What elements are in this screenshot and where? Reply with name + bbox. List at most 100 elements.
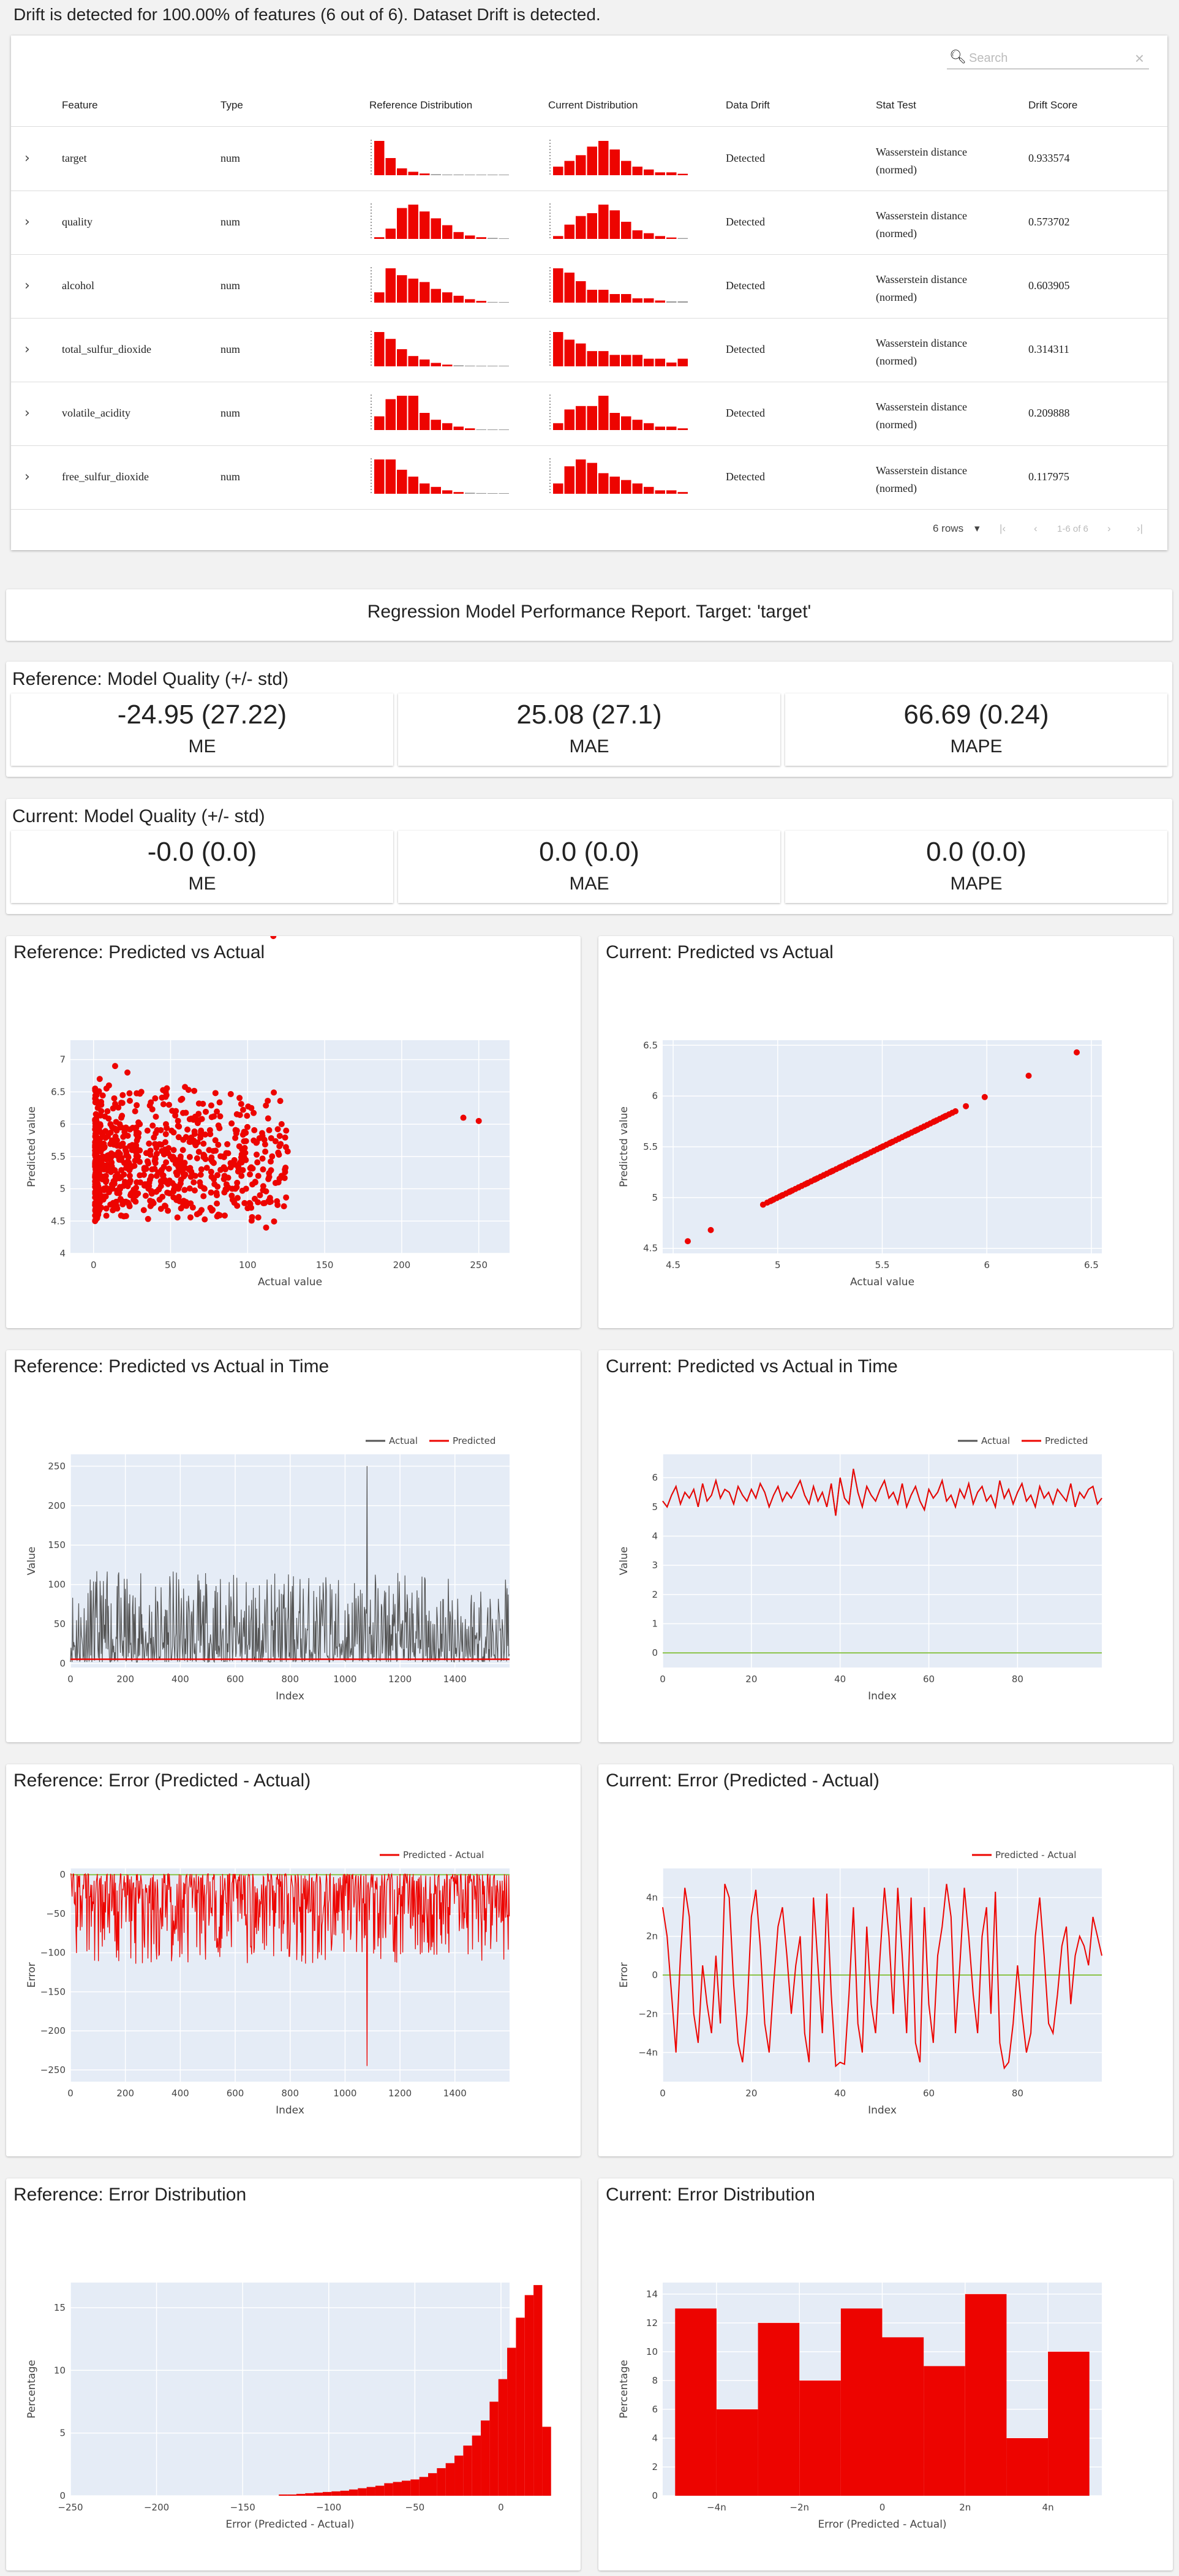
x-axis-label: Actual value — [850, 1276, 914, 1288]
feature-name: total_sulfur_dioxide — [62, 343, 151, 355]
table-row[interactable]: › free_sulfur_dioxide num Detected Wasse… — [11, 446, 1167, 510]
rows-per-page-select[interactable]: 6 rows — [933, 523, 963, 535]
scatter-point — [121, 1171, 127, 1178]
scatter-point — [143, 1166, 149, 1173]
hist-bar — [374, 332, 385, 366]
hist-bar — [677, 238, 688, 239]
ref-err-card: Reference: Error (Predicted - Actual) 0 20… — [6, 1764, 581, 2156]
legend-label: Predicted — [453, 1435, 495, 1446]
scatter-point — [1025, 1073, 1032, 1079]
scatter-point — [220, 1176, 227, 1182]
first-page-icon[interactable]: |‹ — [1000, 523, 1006, 535]
search-box[interactable]: 🔍︎ Search × — [947, 48, 1149, 69]
hist-bar — [553, 332, 563, 366]
scatter-point — [124, 1069, 131, 1076]
x-tick-label: 1000 — [333, 2088, 356, 2099]
metric-card: 0.0 (0.0) MAE — [398, 831, 780, 903]
expand-chevron-icon[interactable]: › — [24, 278, 30, 293]
y-axis-label: Value — [618, 1547, 630, 1576]
hist-bar — [408, 172, 418, 175]
hist-bar — [840, 2308, 883, 2496]
x-tick-label: 2n — [959, 2502, 971, 2513]
chevron-down-icon[interactable]: ▾ — [974, 523, 980, 535]
drift-score: 0.314311 — [1028, 343, 1069, 355]
hist-bar — [564, 273, 574, 303]
scatter-point — [200, 1140, 207, 1147]
last-page-icon[interactable]: ›| — [1137, 523, 1143, 535]
search-input[interactable]: Search — [969, 51, 1008, 66]
expand-chevron-icon[interactable]: › — [24, 469, 30, 485]
table-row[interactable]: › total_sulfur_dioxide num Detected Wass… — [11, 319, 1167, 382]
hist-bar — [384, 2483, 393, 2496]
x-tick-label: 800 — [281, 2088, 299, 2099]
col-type[interactable]: Type — [220, 99, 243, 111]
scatter-point — [236, 1143, 243, 1150]
y-tick-label: −100 — [40, 1947, 66, 1958]
hist-bar — [385, 459, 396, 494]
hist-bar — [374, 141, 385, 175]
scatter-point — [131, 1163, 138, 1169]
hist-bar — [677, 492, 688, 494]
scatter-point — [707, 1226, 714, 1233]
col-stat-test[interactable]: Stat Test — [876, 99, 916, 111]
x-tick-label: −200 — [144, 2502, 169, 2513]
hist-bar — [366, 2487, 375, 2496]
y-axis-label: Predicted value — [618, 1106, 630, 1187]
prev-page-icon[interactable]: ‹ — [1034, 523, 1038, 535]
scatter-point — [243, 1138, 249, 1144]
legend-label: Actual — [389, 1435, 418, 1446]
table-row[interactable]: › alcohol num Detected Wasserstein dista… — [11, 255, 1167, 319]
y-axis-label: Error — [26, 1962, 38, 1987]
feature-name: target — [62, 152, 87, 164]
col-cur-dist[interactable]: Current Distribution — [548, 99, 638, 111]
y-tick-label: −2n — [638, 2008, 658, 2019]
scatter-point — [208, 1189, 214, 1196]
expand-chevron-icon[interactable]: › — [24, 214, 30, 230]
table-row[interactable]: › target num Detected Wasserstein distan… — [11, 127, 1167, 191]
metric-card: 66.69 (0.24) MAPE — [785, 693, 1167, 766]
hist-bar — [564, 161, 574, 175]
hist-bar — [632, 355, 642, 366]
feature-type: num — [220, 343, 241, 355]
col-ref-dist[interactable]: Reference Distribution — [369, 99, 472, 111]
col-drift-score[interactable]: Drift Score — [1028, 99, 1077, 111]
hist-bar — [476, 237, 486, 239]
clear-icon[interactable]: × — [1135, 49, 1144, 68]
y-tick-label: 6 — [652, 1472, 658, 1483]
scatter-point — [129, 1189, 136, 1196]
table-row[interactable]: › quality num Detected Wasserstein dista… — [11, 191, 1167, 255]
hist-bar — [420, 282, 430, 303]
scatter-point — [183, 1203, 190, 1209]
hist-bar — [385, 339, 396, 366]
hist-bar — [677, 173, 688, 175]
scatter-point — [153, 1144, 160, 1151]
scatter-point — [92, 1152, 99, 1158]
scatter-point — [187, 1214, 194, 1221]
expand-chevron-icon[interactable]: › — [24, 406, 30, 421]
scatter-point — [247, 1171, 254, 1178]
hist-bar — [465, 493, 475, 494]
scatter-point — [198, 1207, 205, 1214]
scatter-point — [165, 1165, 172, 1172]
scatter-point — [134, 1135, 141, 1141]
col-feature[interactable]: Feature — [62, 99, 98, 111]
scatter-point — [194, 1155, 200, 1161]
scatter-point — [181, 1187, 188, 1193]
hist-bar — [598, 396, 609, 430]
scatter-point — [172, 1160, 179, 1167]
scatter-point — [92, 1207, 99, 1214]
col-data-drift[interactable]: Data Drift — [726, 99, 770, 111]
expand-chevron-icon[interactable]: › — [24, 342, 30, 357]
scatter-point — [227, 1090, 234, 1097]
x-tick-label: 600 — [227, 1674, 244, 1685]
expand-chevron-icon[interactable]: › — [24, 151, 30, 166]
scatter-point — [255, 1214, 262, 1221]
scatter-point — [115, 1104, 122, 1111]
scatter-point — [239, 1106, 246, 1113]
next-page-icon[interactable]: › — [1107, 523, 1111, 535]
scatter-point — [246, 1199, 253, 1206]
hist-bar — [481, 2420, 490, 2496]
metric-name: ME — [188, 874, 216, 894]
hist-bar — [410, 2479, 420, 2496]
table-row[interactable]: › volatile_acidity num Detected Wasserst… — [11, 382, 1167, 446]
